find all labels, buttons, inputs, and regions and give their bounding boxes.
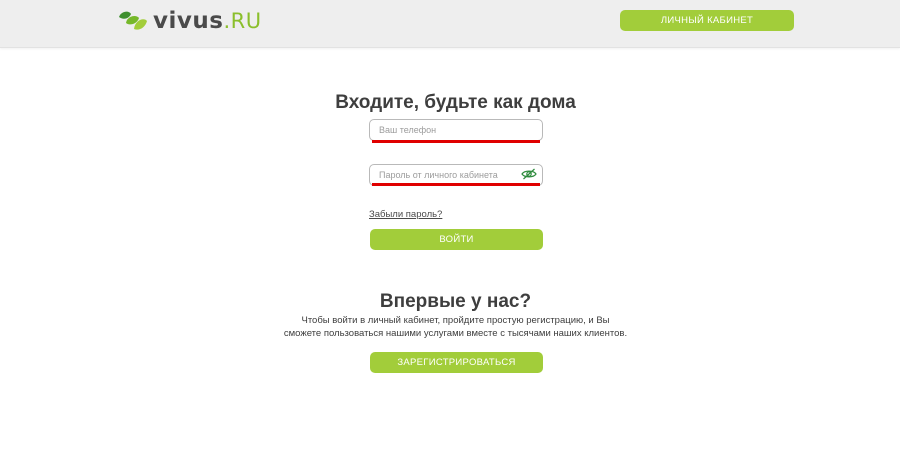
forgot-password-link[interactable]: Забыли пароль? (369, 209, 442, 220)
login-button[interactable]: ВОЙТИ (370, 229, 543, 250)
login-title: Входите, будьте как дома (335, 92, 576, 113)
phone-error-underline (372, 140, 540, 143)
site-header: vivus .RU ЛИЧНЫЙ КАБИНЕТ (0, 0, 900, 48)
register-title: Впервые у нас? (379, 291, 532, 312)
eye-crossed-icon[interactable] (521, 168, 537, 180)
phone-input[interactable] (369, 119, 543, 141)
personal-cabinet-button[interactable]: ЛИЧНЫЙ КАБИНЕТ (620, 10, 794, 31)
vivus-logo[interactable]: vivus .RU (117, 7, 262, 35)
register-description-line-1: Чтобы войти в личный кабинет, пройдите п… (301, 315, 610, 326)
password-error-underline (372, 183, 540, 186)
register-description: Чтобы войти в личный кабинет, пройдите п… (0, 314, 900, 340)
logo-text: vivus (153, 8, 224, 34)
register-button[interactable]: ЗАРЕГИСТРИРОВАТЬСЯ (370, 352, 543, 373)
vivus-leaf-logo-icon (119, 11, 147, 30)
logo-domain: .RU (223, 9, 262, 33)
register-description-line-2: сможете пользоваться нашими услугами вме… (283, 328, 628, 339)
